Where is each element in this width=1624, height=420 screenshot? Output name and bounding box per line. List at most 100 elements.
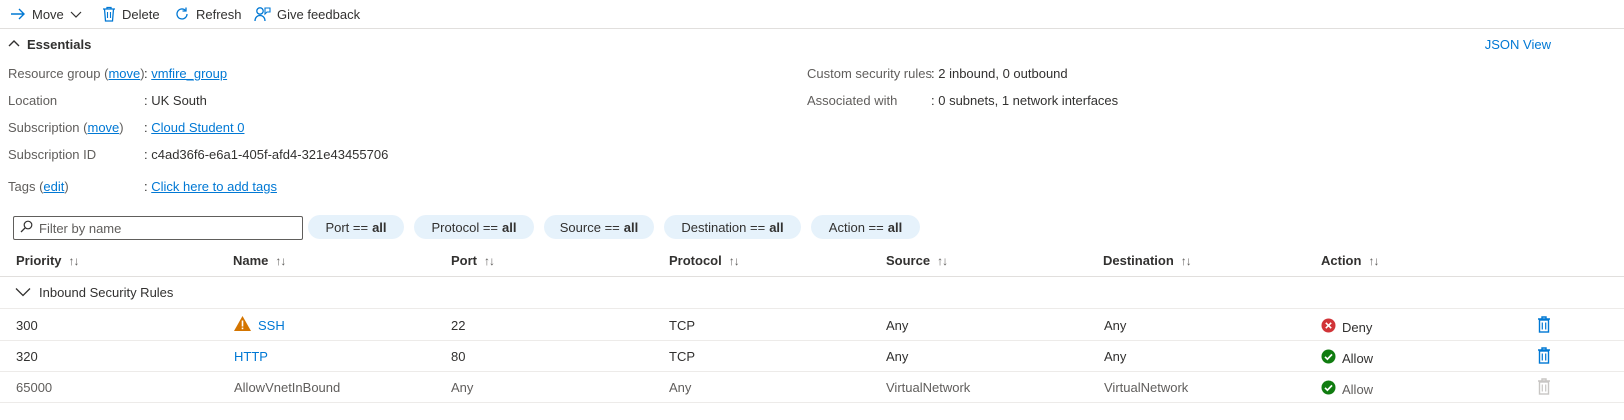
sort-icon: ↑↓ <box>937 253 948 268</box>
delete-rule-icon-disabled <box>1537 378 1551 398</box>
subscription-value: : Cloud Student 0 <box>144 120 245 135</box>
arrow-right-icon <box>10 7 26 21</box>
delete-rule-icon[interactable] <box>1537 316 1551 336</box>
delete-rule-icon[interactable] <box>1537 347 1551 367</box>
location-row: Location : UK South <box>8 93 408 111</box>
associated-with-label: Associated with <box>807 93 898 108</box>
action-filter-pill[interactable]: Action == all <box>811 215 920 239</box>
deny-icon <box>1321 318 1336 336</box>
resource-group-label: Resource group (move) <box>8 66 145 81</box>
delete-button[interactable]: Delete <box>102 3 160 25</box>
destination-cell: Any <box>1104 349 1127 364</box>
source-cell: VirtualNetwork <box>886 380 971 395</box>
give-feedback-button[interactable]: Give feedback <box>254 3 360 25</box>
resource-group-move-link[interactable]: move <box>108 66 140 81</box>
port-cell: 80 <box>451 349 466 364</box>
tags-label: Tags (edit) <box>8 179 69 194</box>
associated-with-value: : 0 subnets, 1 network interfaces <box>931 93 1119 108</box>
column-header-protocol[interactable]: Protocol ↑↓ <box>669 253 740 268</box>
destination-cell: VirtualNetwork <box>1104 380 1189 395</box>
protocol-cell: Any <box>669 380 692 395</box>
location-label: Location <box>8 93 58 108</box>
subscription-id-value: : c4ad36f6-e6a1-405f-afd4-321e43455706 <box>144 147 389 162</box>
name-cell[interactable]: HTTP <box>234 349 268 364</box>
tags-edit-link[interactable]: edit <box>43 179 64 194</box>
tags-value: : Click here to add tags <box>144 179 277 194</box>
json-view-link[interactable]: JSON View <box>1485 37 1551 52</box>
refresh-button[interactable]: Refresh <box>174 3 242 25</box>
group-label: Inbound Security Rules <box>39 285 174 300</box>
column-header-priority[interactable]: Priority ↑↓ <box>16 253 80 268</box>
subscription-row: Subscription (move) : Cloud Student 0 <box>8 120 408 138</box>
destination-cell: Any <box>1104 318 1127 333</box>
protocol-cell: TCP <box>669 349 695 364</box>
rule-name-link[interactable]: HTTP <box>234 349 268 364</box>
resource-group-value: : vmfire_group <box>144 66 228 81</box>
chevron-down-icon <box>15 285 31 300</box>
command-bar: Move Delete Refresh Give feedback <box>0 0 1624 29</box>
resource-group-row: Resource group (move) : vmfire_group <box>8 66 408 84</box>
warning-icon <box>233 315 252 335</box>
move-button[interactable]: Move <box>10 3 82 25</box>
sort-icon: ↑↓ <box>68 253 80 268</box>
custom-rules-row: Custom security rules : 2 inbound, 0 out… <box>807 66 1307 84</box>
custom-rules-value: : 2 inbound, 0 outbound <box>931 66 1068 81</box>
subscription-id-row: Subscription ID : c4ad36f6-e6a1-405f-afd… <box>8 147 508 165</box>
priority-cell: 320 <box>16 349 38 364</box>
allow-icon <box>1321 380 1336 398</box>
column-header-destination[interactable]: Destination ↑↓ <box>1103 253 1192 268</box>
protocol-cell: TCP <box>669 318 695 333</box>
column-header-port[interactable]: Port ↑↓ <box>451 253 495 268</box>
search-icon <box>20 220 33 236</box>
table-row: 65000 AllowVnetInBound Any Any VirtualNe… <box>0 372 1624 403</box>
table-row: 320 HTTP 80 TCP Any Any Allow <box>0 341 1624 372</box>
associated-with-row: Associated with : 0 subnets, 1 network i… <box>807 93 1307 111</box>
column-header-source[interactable]: Source ↑↓ <box>886 253 948 268</box>
action-label: Allow <box>1342 381 1374 397</box>
sort-icon: ↑↓ <box>1180 253 1192 268</box>
port-cell: 22 <box>451 318 466 333</box>
column-header-action[interactable]: Action ↑↓ <box>1321 253 1379 268</box>
source-filter-pill[interactable]: Source == all <box>544 215 654 239</box>
source-cell: Any <box>886 318 909 333</box>
trash-icon <box>102 6 116 22</box>
priority-cell: 300 <box>16 318 38 333</box>
action-cell: Allow <box>1321 349 1373 367</box>
subscription-move-link[interactable]: move <box>88 120 120 135</box>
table-row: 300 SSH 22 TCP Any Any Deny <box>0 310 1624 341</box>
port-filter-pill[interactable]: Port == all <box>308 215 404 239</box>
custom-rules-label: Custom security rules <box>807 66 932 81</box>
resource-group-link[interactable]: vmfire_group <box>151 66 227 81</box>
source-cell: Any <box>886 349 909 364</box>
chevron-up-icon <box>8 37 20 52</box>
add-tags-link[interactable]: Click here to add tags <box>151 179 277 194</box>
column-header-name[interactable]: Name ↑↓ <box>233 253 286 268</box>
filter-by-name-input[interactable] <box>39 220 289 236</box>
subscription-label: Subscription (move) <box>8 120 124 135</box>
tags-row: Tags (edit) : Click here to add tags <box>8 179 408 197</box>
sort-icon: ↑↓ <box>484 253 495 268</box>
action-label: Deny <box>1342 319 1373 335</box>
sort-icon: ↑↓ <box>275 253 286 268</box>
refresh-label: Refresh <box>196 6 242 22</box>
rule-name: AllowVnetInBound <box>234 380 341 395</box>
protocol-filter-pill[interactable]: Protocol == all <box>414 215 534 239</box>
filter-bar: Port ==all Protocol ==all Source ==all D… <box>0 214 1624 242</box>
name-cell[interactable]: SSH <box>233 315 285 335</box>
port-cell: Any <box>451 380 474 395</box>
priority-cell: 65000 <box>16 380 53 395</box>
action-cell: Allow <box>1321 380 1373 398</box>
subscription-id-label: Subscription ID <box>8 147 97 162</box>
destination-filter-pill[interactable]: Destination == all <box>664 215 801 239</box>
table-header: Priority ↑↓ Name ↑↓ Port ↑↓ Protocol ↑↓ Sour… <box>0 247 1624 277</box>
inbound-group-row[interactable]: Inbound Security Rules <box>0 279 1624 309</box>
action-cell: Deny <box>1321 318 1372 336</box>
rule-name-link[interactable]: SSH <box>258 318 285 333</box>
filter-search-box[interactable] <box>13 216 303 240</box>
subscription-link[interactable]: Cloud Student 0 <box>151 120 244 135</box>
essentials-toggle[interactable]: Essentials <box>8 35 91 53</box>
delete-label: Delete <box>122 6 160 22</box>
sort-icon: ↑↓ <box>728 253 740 268</box>
location-value: : UK South <box>144 93 207 108</box>
feedback-label: Give feedback <box>277 6 361 22</box>
